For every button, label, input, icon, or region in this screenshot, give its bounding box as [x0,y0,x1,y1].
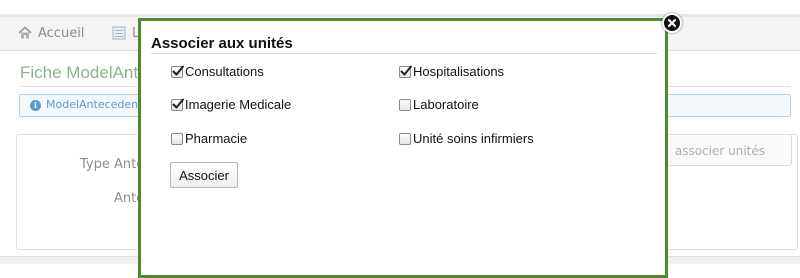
option-label: Imagerie Medicale [185,97,292,112]
option-label: Hospitalisations [413,64,505,79]
field-type-label: Type Ante [80,157,145,172]
dialog-title-divider [151,53,657,54]
top-bar [0,0,800,17]
checkbox-laboratoire[interactable] [399,98,411,111]
home-icon [18,26,32,40]
associer-button[interactable]: Associer [170,162,238,188]
option-laboratoire[interactable]: Laboratoire [399,97,479,112]
info-icon: i [30,100,41,111]
option-unite-soins-infirmiers[interactable]: Unité soins infirmiers [399,131,534,146]
option-hospitalisations[interactable]: Hospitalisations [399,64,504,79]
option-label: Unité soins infirmiers [413,131,534,146]
close-icon [667,18,677,28]
list-icon [112,26,126,40]
option-consultations[interactable]: Consultations [171,64,264,79]
option-label: Pharmacie [185,131,248,146]
option-pharmacie[interactable]: Pharmacie [171,131,247,146]
option-imagerie-medicale[interactable]: Imagerie Medicale [171,97,291,112]
info-text: ModelAntecedent 4 [46,98,153,111]
nav-second-link[interactable]: L [112,24,139,42]
associate-units-button[interactable]: associer unités [660,134,792,166]
checkbox-unite-soins-infirmiers[interactable] [399,132,411,145]
nav-home-label: Accueil [38,25,85,41]
checkbox-consultations[interactable] [171,65,184,78]
page-title: Fiche ModelAnt [20,63,139,82]
dialog-title: Associer aux unités [151,35,293,52]
checkbox-pharmacie[interactable] [171,132,183,145]
associate-units-dialog: Associer aux unités Consultations Hospit… [138,18,668,278]
close-dialog-button[interactable] [662,13,682,33]
checkbox-hospitalisations[interactable] [399,65,412,78]
option-label: Laboratoire [413,97,479,112]
option-label: Consultations [185,64,264,79]
nav-home-link[interactable]: Accueil [18,24,84,42]
checkbox-imagerie-medicale[interactable] [171,98,184,111]
